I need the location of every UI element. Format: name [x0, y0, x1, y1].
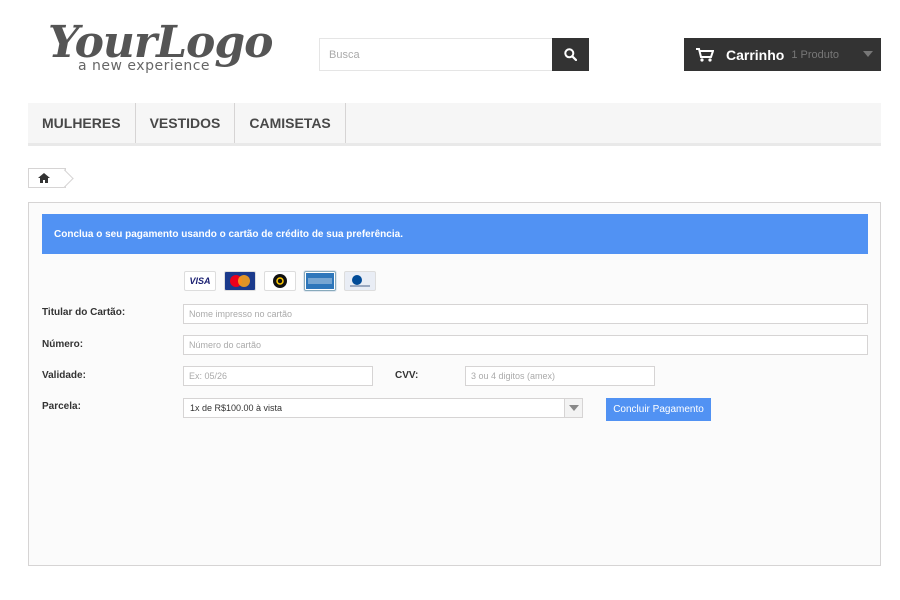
chevron-down-icon: [863, 51, 873, 57]
search-icon: [564, 48, 577, 61]
submit-payment-button[interactable]: Concluir Pagamento: [606, 398, 711, 421]
site-logo[interactable]: YourLogo a new experience: [48, 18, 274, 78]
card-mastercard[interactable]: [224, 271, 256, 291]
search-input[interactable]: [319, 38, 552, 71]
payment-info-alert: Conclua o seu pagamento usando o cartão …: [42, 214, 868, 254]
cart-button[interactable]: Carrinho 1 Produto: [684, 38, 881, 71]
expiry-label: Validade:: [42, 370, 86, 381]
nav-item-camisetas[interactable]: CAMISETAS: [235, 103, 346, 143]
card-elo[interactable]: [264, 271, 296, 291]
amex-icon: [306, 273, 334, 289]
installments-select[interactable]: 1x de R$100.00 à vista: [183, 398, 583, 418]
diners-icon: [350, 275, 370, 287]
search-bar: [319, 38, 589, 71]
cvv-input[interactable]: [465, 366, 655, 386]
logo-tagline: a new experience: [78, 58, 211, 74]
card-amex[interactable]: [304, 271, 336, 291]
expiry-input[interactable]: [183, 366, 373, 386]
chevron-down-icon: [564, 399, 582, 417]
holder-label: Titular do Cartão:: [42, 307, 126, 318]
breadcrumb[interactable]: [28, 168, 66, 188]
cvv-label: CVV:: [395, 370, 419, 381]
card-diners[interactable]: [344, 271, 376, 291]
cart-icon: [696, 47, 714, 62]
nav-item-vestidos[interactable]: VESTIDOS: [136, 103, 236, 143]
cart-count: 1 Produto: [791, 48, 840, 61]
card-brand-list: VISA: [184, 271, 376, 291]
card-visa[interactable]: VISA: [184, 271, 216, 291]
visa-icon: VISA: [189, 276, 211, 286]
installments-label: Parcela:: [42, 401, 81, 412]
home-icon: [38, 173, 50, 183]
installments-value: 1x de R$100.00 à vista: [190, 403, 283, 413]
search-button[interactable]: [552, 38, 589, 71]
card-number-input[interactable]: [183, 335, 868, 355]
card-holder-input[interactable]: [183, 304, 868, 324]
nav-item-mulheres[interactable]: MULHERES: [28, 103, 136, 143]
cart-title: Carrinho: [726, 46, 785, 63]
mastercard-icon: [230, 275, 250, 287]
number-label: Número:: [42, 339, 84, 350]
elo-icon: [273, 274, 287, 288]
main-nav: MULHERES VESTIDOS CAMISETAS: [28, 103, 881, 146]
payment-panel: Conclua o seu pagamento usando o cartão …: [28, 202, 881, 566]
